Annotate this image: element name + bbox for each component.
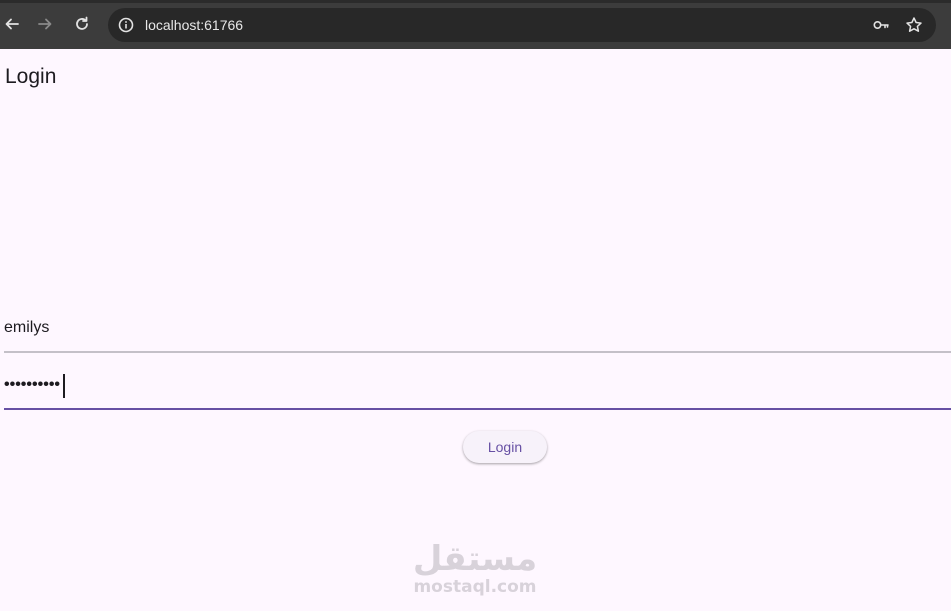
browser-toolbar: localhost:61766 xyxy=(0,0,951,49)
arrow-right-icon xyxy=(38,18,52,30)
reload-icon xyxy=(76,16,88,30)
info-circle-icon[interactable] xyxy=(117,16,135,34)
reload-button[interactable] xyxy=(70,12,94,36)
password-field[interactable]: •••••••••• xyxy=(4,367,951,410)
watermark-arabic: مستقل xyxy=(412,539,538,579)
username-field[interactable]: emilys xyxy=(4,310,951,353)
watermark-logo: مستقل mostaql.com xyxy=(410,540,540,600)
watermark-latin: mostaql.com xyxy=(413,577,537,597)
address-bar[interactable]: localhost:61766 xyxy=(108,8,936,42)
text-caret xyxy=(63,374,65,398)
forward-button[interactable] xyxy=(33,12,57,36)
key-icon[interactable] xyxy=(872,16,890,34)
url-text[interactable]: localhost:61766 xyxy=(145,16,243,34)
page-title: Login xyxy=(5,65,57,88)
star-icon[interactable] xyxy=(905,16,923,34)
login-button[interactable]: Login xyxy=(463,431,547,463)
username-value[interactable]: emilys xyxy=(4,318,49,338)
password-value[interactable]: •••••••••• xyxy=(4,374,60,396)
arrow-left-icon xyxy=(5,18,19,30)
tab-strip xyxy=(0,0,951,3)
back-button[interactable] xyxy=(0,12,24,36)
